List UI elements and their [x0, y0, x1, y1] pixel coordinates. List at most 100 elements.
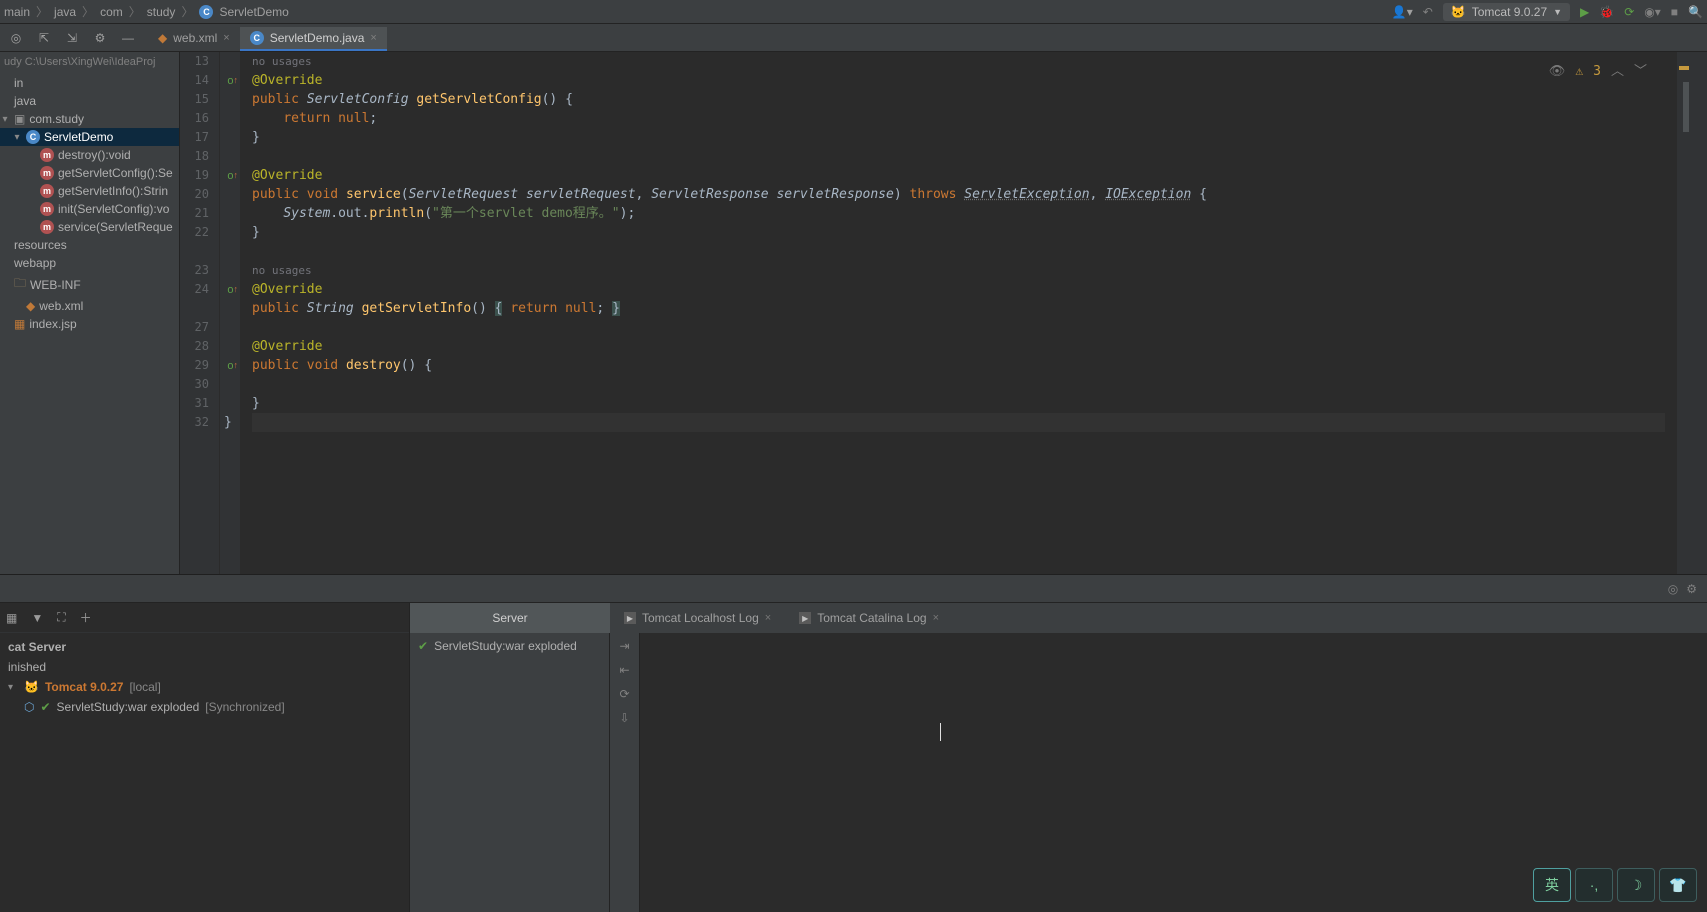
settings-icon[interactable]: ⚙: [86, 24, 114, 52]
check-icon: ✔: [418, 639, 428, 653]
gutter-icons[interactable]: o↑ o↑ o↑ o↑: [220, 52, 240, 574]
add-icon[interactable]: ＋: [80, 609, 92, 626]
override-icon[interactable]: o↑: [227, 75, 238, 87]
tree-node[interactable]: in: [0, 74, 179, 92]
tree-label: web.xml: [39, 299, 83, 313]
tree-node-method[interactable]: mgetServletConfig():Se: [0, 164, 179, 182]
editor[interactable]: 1314151617 1819202122 232427 2829303132 …: [180, 52, 1707, 574]
override-icon[interactable]: o↑: [227, 170, 238, 182]
warning-icon[interactable]: ⚠: [1575, 62, 1583, 81]
download-icon[interactable]: ⇩: [619, 711, 629, 725]
settings-icon[interactable]: ⚙: [1686, 582, 1697, 596]
breadcrumb-item[interactable]: study: [147, 5, 176, 19]
tree-node-method[interactable]: m getServletInfo():Strin: [0, 182, 179, 200]
ime-badge[interactable]: 英: [1533, 868, 1571, 902]
run-node[interactable]: inished: [4, 657, 405, 677]
override-icon[interactable]: o↑: [227, 360, 238, 372]
reader-mode-icon[interactable]: 👁: [1549, 62, 1566, 81]
step-back-icon[interactable]: ⇤: [619, 663, 629, 677]
tree-label: getServletInfo():Strin: [58, 184, 168, 198]
class-icon: C: [199, 5, 213, 19]
editor-tab-servletdemo[interactable]: C ServletDemo.java ×: [240, 27, 387, 51]
run-label: inished: [8, 660, 46, 674]
chevron-down-icon[interactable]: ﹀: [1634, 62, 1647, 81]
deploy-item[interactable]: ✔ServletStudy:war exploded: [410, 633, 609, 659]
error-stripe[interactable]: [1677, 52, 1689, 574]
ime-badge[interactable]: ☽: [1617, 868, 1655, 902]
inspection-widget[interactable]: 👁 ⚠3 ︿ ﹀: [1549, 62, 1647, 81]
method-icon: m: [40, 184, 54, 198]
layout-settings-icon[interactable]: ◎: [1668, 582, 1678, 596]
tree-node-method[interactable]: minit(ServletConfig):vo: [0, 200, 179, 218]
run-panel: ◎ ⚙ ▦ ▼ ⛶ ＋ cat Server inished ▾🐱Tomcat …: [0, 574, 1707, 912]
close-icon[interactable]: ×: [765, 612, 771, 624]
select-icon[interactable]: ⛶: [57, 610, 65, 625]
project-path: udy C:\Users\XingWei\IdeaProj: [0, 52, 179, 72]
run-config-dropdown[interactable]: 🐱 Tomcat 9.0.27 ▼: [1443, 3, 1570, 21]
run-node-artifact[interactable]: ⬡✔ServletStudy:war exploded [Synchronize…: [4, 697, 405, 717]
run-button[interactable]: ▶: [1580, 5, 1589, 19]
project-sidebar[interactable]: udy C:\Users\XingWei\IdeaProj in java ▾▣…: [0, 52, 180, 574]
expand-all-icon[interactable]: ⇱: [30, 24, 58, 52]
select-target-icon[interactable]: ◎: [2, 24, 30, 52]
tree-node[interactable]: ▾▣com.study: [0, 110, 179, 128]
ime-badge[interactable]: 👕: [1659, 868, 1697, 902]
tree-node[interactable]: java: [0, 92, 179, 110]
run-services-panel[interactable]: ▦ ▼ ⛶ ＋ cat Server inished ▾🐱Tomcat 9.0.…: [0, 603, 410, 912]
line-gutter[interactable]: 1314151617 1819202122 232427 2829303132: [180, 52, 220, 574]
code-area[interactable]: no usages @Override public ServletConfig…: [240, 52, 1677, 574]
coverage-button[interactable]: ⟳: [1624, 5, 1634, 19]
chevron-down-icon: ▼: [1553, 7, 1562, 17]
tree-node-method[interactable]: mdestroy():void: [0, 146, 179, 164]
method-icon: m: [40, 220, 54, 234]
collapse-all-icon[interactable]: ⇲: [58, 24, 86, 52]
search-icon[interactable]: 🔍: [1688, 5, 1703, 19]
grid-icon[interactable]: ▦: [6, 611, 17, 625]
breadcrumb-item[interactable]: java: [54, 5, 76, 19]
breadcrumb-item[interactable]: com: [100, 5, 123, 19]
stop-button[interactable]: ■: [1671, 5, 1678, 19]
class-icon: C: [250, 31, 264, 45]
jsp-icon: ▦: [14, 317, 25, 331]
tree-node[interactable]: ▦index.jsp: [0, 315, 179, 333]
artifact-icon: ⬡: [24, 700, 34, 714]
close-icon[interactable]: ×: [370, 32, 376, 44]
run-tab-server[interactable]: Server: [410, 603, 610, 633]
refresh-icon[interactable]: ⟳: [619, 687, 629, 701]
run-node[interactable]: cat Server: [4, 637, 405, 657]
run-label: Tomcat 9.0.27: [45, 680, 123, 694]
close-icon[interactable]: ×: [223, 32, 229, 44]
chevron-up-icon[interactable]: ︿: [1611, 62, 1624, 81]
tree-node-method[interactable]: m service(ServletReque: [0, 218, 179, 236]
text-caret: [940, 723, 941, 741]
run-node-tomcat[interactable]: ▾🐱Tomcat 9.0.27 [local]: [4, 677, 405, 697]
run-tab-catalina-log[interactable]: ▶Tomcat Catalina Log×: [785, 603, 953, 633]
run-tab-localhost-log[interactable]: ▶Tomcat Localhost Log×: [610, 603, 785, 633]
ime-badge[interactable]: ·,: [1575, 868, 1613, 902]
tab-label: web.xml: [173, 31, 217, 45]
tree-node-selected[interactable]: ▾CServletDemo: [0, 128, 179, 146]
breadcrumb-item[interactable]: main: [4, 5, 30, 19]
hide-icon[interactable]: —: [114, 24, 142, 52]
git-user-icon[interactable]: 👤▾: [1392, 5, 1413, 19]
editor-tab-bar: ◎ ⇱ ⇲ ⚙ — ◆ web.xml × C ServletDemo.java…: [0, 24, 1707, 52]
breadcrumb[interactable]: main〉 java〉 com〉 study〉 C ServletDemo: [4, 3, 289, 20]
breadcrumb-item[interactable]: ServletDemo: [219, 5, 288, 19]
run-suffix: [local]: [129, 680, 160, 694]
override-icon[interactable]: o↑: [227, 284, 238, 296]
debug-button[interactable]: 🐞: [1599, 5, 1614, 19]
filter-icon[interactable]: ▼: [31, 611, 43, 625]
profile-button[interactable]: ◉▾: [1644, 5, 1661, 19]
editor-tab-webxml[interactable]: ◆ web.xml ×: [148, 27, 240, 51]
tree-node[interactable]: ◆web.xml: [0, 297, 179, 315]
close-icon[interactable]: ×: [933, 612, 939, 624]
minimap[interactable]: [1689, 52, 1707, 574]
tree-node[interactable]: webapp: [0, 254, 179, 272]
tree-node[interactable]: 🗀WEB-INF: [0, 272, 179, 297]
run-config-label: Tomcat 9.0.27: [1472, 5, 1547, 19]
tree-label: service(ServletReque: [58, 220, 173, 234]
tree-node[interactable]: resources: [0, 236, 179, 254]
back-icon[interactable]: ↶: [1423, 5, 1433, 19]
class-icon: C: [26, 130, 40, 144]
step-forward-icon[interactable]: ⇥: [619, 639, 629, 653]
